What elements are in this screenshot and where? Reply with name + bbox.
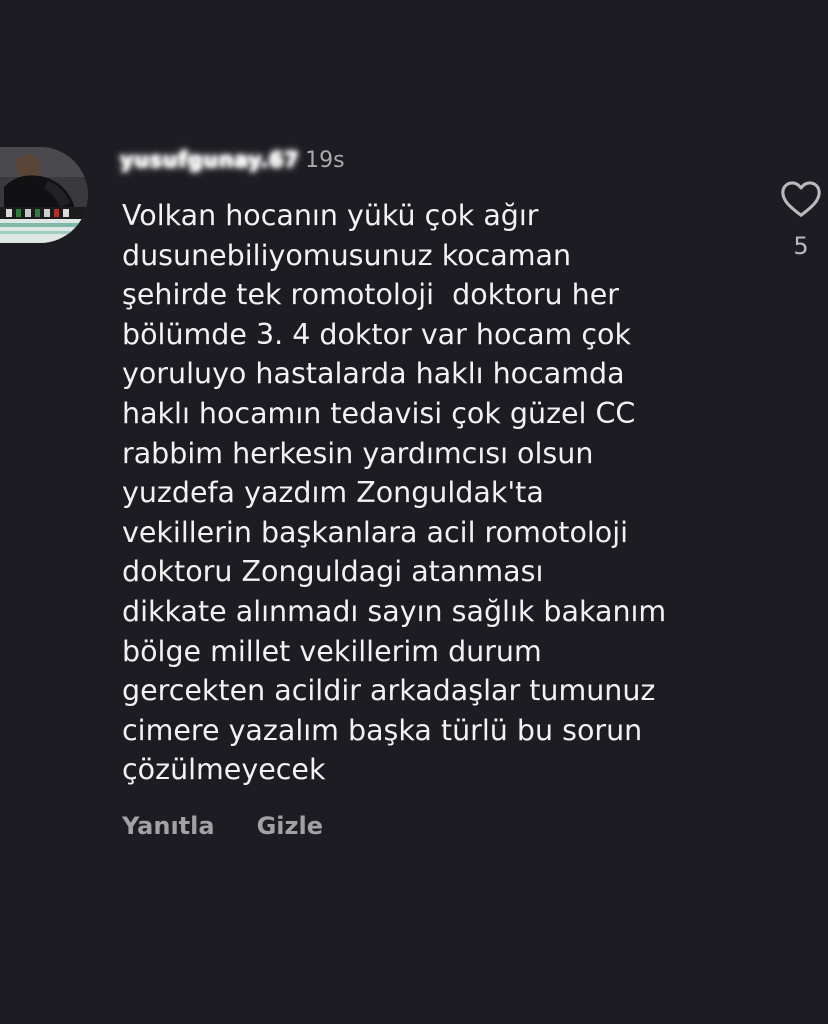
avatar-photo [0, 147, 88, 243]
username[interactable]: yusufgunay.67 [120, 148, 299, 172]
like-control: 5 [776, 178, 826, 260]
reply-button[interactable]: Yanıtla [122, 812, 215, 840]
comment-meta: yusufgunay.67 19s [120, 143, 345, 177]
comment-text: Volkan hocanın yükü çok ağır dusunebiliy… [122, 199, 667, 787]
comment-time: 19s [305, 147, 345, 173]
hide-button[interactable]: Gizle [257, 812, 323, 840]
user-avatar[interactable] [0, 147, 88, 243]
heart-outline-icon[interactable] [779, 178, 823, 218]
comment-screen: yusufgunay.67 19s Volkan hocanın yükü ço… [0, 0, 828, 1024]
like-count: 5 [793, 232, 809, 260]
comment-item: yusufgunay.67 19s Volkan hocanın yükü ço… [0, 0, 828, 1024]
comment-actions: Yanıtla Gizle [122, 806, 323, 846]
